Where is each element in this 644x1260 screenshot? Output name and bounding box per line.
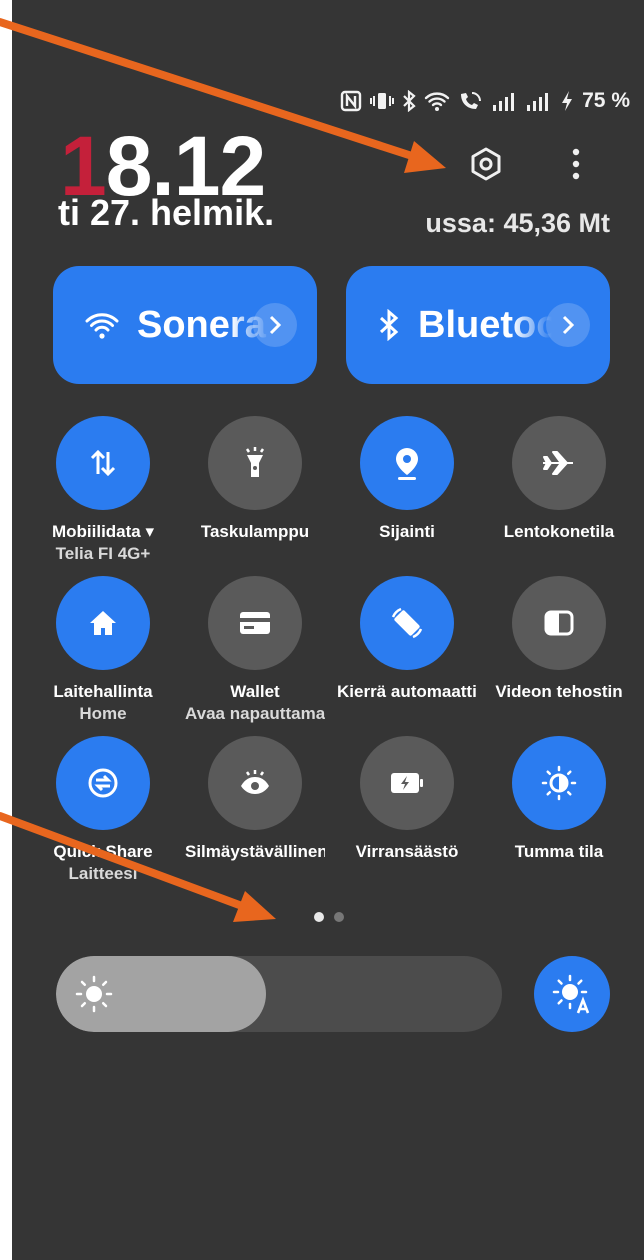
notification-panel: 75 % 18.12 ti 27. helmik. ussa: 45,36 Mt… <box>12 0 644 1260</box>
settings-icon <box>471 147 501 181</box>
tile-auto-rotate[interactable]: Kierrä automaattisesti <box>332 576 482 702</box>
tile-mobile-data[interactable]: Mobiilidata ▾ Telia FI 4G+ <box>28 416 178 564</box>
tile-power-saving[interactable]: Virransäästö <box>332 736 482 862</box>
tile-device-control[interactable]: Laitehallinta Home <box>28 576 178 724</box>
battery-percent: 75 % <box>582 89 630 112</box>
vibrate-icon <box>370 90 395 112</box>
tile-label: Videon tehostin <box>495 682 623 701</box>
home-icon <box>90 611 116 635</box>
tile-quick-share[interactable]: Quick Share Laitteesi <box>28 736 178 884</box>
tile-label: Silmäystävällinen <box>185 842 325 861</box>
power-saving-icon <box>391 773 423 793</box>
wallet-icon <box>240 612 270 634</box>
location-icon <box>396 448 418 480</box>
tile-label: Sijainti <box>379 522 435 541</box>
tile-eye-comfort[interactable]: Silmäystävällinen <box>180 736 330 862</box>
tile-power-saving-toggle[interactable] <box>360 736 454 830</box>
quick-share-icon <box>88 768 118 798</box>
wifi-tile[interactable]: Sonera <box>53 266 317 384</box>
bluetooth-details-button[interactable] <box>546 303 590 347</box>
tile-label: Wallet <box>230 682 280 701</box>
brightness-icon <box>75 975 113 1013</box>
flashlight-icon <box>245 447 265 477</box>
tile-label: Tumma tila <box>514 842 604 861</box>
tile-airplane-mode-toggle[interactable] <box>512 416 606 510</box>
wifi-icon <box>85 313 119 339</box>
date[interactable]: ti 27. helmik. <box>58 192 274 234</box>
bluetooth-icon <box>402 90 416 112</box>
auto-brightness-button[interactable] <box>534 956 610 1032</box>
chevron-right-icon <box>269 315 282 335</box>
status-bar: 75 % <box>340 86 630 116</box>
tile-airplane-mode[interactable]: Lentokonetila <box>484 416 634 542</box>
data-usage-text: ussa: 45,36 Mt <box>425 208 610 238</box>
tile-video-enhancer-toggle[interactable] <box>512 576 606 670</box>
tile-label: Laitehallinta <box>53 682 153 701</box>
page-dot[interactable] <box>334 912 344 922</box>
tile-label: Virransäästö <box>355 842 459 861</box>
tile-eye-comfort-toggle[interactable] <box>208 736 302 830</box>
auto-brightness-icon <box>552 974 590 1014</box>
tile-location-toggle[interactable] <box>360 416 454 510</box>
tile-mobile-data-toggle[interactable] <box>56 416 150 510</box>
tile-auto-rotate-toggle[interactable] <box>360 576 454 670</box>
tile-sublabel: Avaa napauttamalla <box>185 704 325 723</box>
page-dot-active[interactable] <box>314 912 324 922</box>
signal-icon <box>526 90 552 112</box>
settings-button[interactable] <box>466 144 506 184</box>
wifi-icon <box>424 90 450 112</box>
tile-label: Quick Share <box>53 842 153 861</box>
tile-label: Taskulamppu <box>200 522 310 541</box>
tile-device-control-toggle[interactable] <box>56 576 150 670</box>
more-vert-icon <box>572 148 580 180</box>
nfc-icon <box>340 90 362 112</box>
tile-location[interactable]: Sijainti <box>332 416 482 542</box>
page-indicator <box>314 912 344 922</box>
charging-icon <box>560 90 574 112</box>
tile-quick-share-toggle[interactable] <box>56 736 150 830</box>
chevron-right-icon <box>562 315 575 335</box>
tile-sublabel: Home <box>79 704 127 723</box>
wifi-details-button[interactable] <box>253 303 297 347</box>
video-enhancer-icon <box>544 610 574 636</box>
tile-dark-mode-toggle[interactable] <box>512 736 606 830</box>
tile-wallet[interactable]: Wallet Avaa napauttamalla <box>180 576 330 724</box>
more-options-button[interactable] <box>556 144 596 184</box>
bluetooth-label: Bluetooth <box>418 303 552 346</box>
tile-flashlight-toggle[interactable] <box>208 416 302 510</box>
bluetooth-icon <box>379 309 399 341</box>
signal-icon <box>492 90 518 112</box>
mobile-data-icon <box>90 449 116 477</box>
tile-video-enhancer[interactable]: Videon tehostin <box>484 576 634 702</box>
airplane-icon <box>543 451 573 475</box>
tile-sublabel: Telia FI 4G+ <box>55 544 151 563</box>
wifi-calling-icon <box>458 90 484 112</box>
tile-label: Lentokonetila <box>503 522 615 541</box>
auto-rotate-icon <box>391 607 423 639</box>
dark-mode-icon <box>541 765 577 801</box>
tile-sublabel: Laitteesi <box>68 864 138 883</box>
wifi-network-name: Sonera <box>137 303 266 346</box>
tile-wallet-toggle[interactable] <box>208 576 302 670</box>
tile-dark-mode[interactable]: Tumma tila <box>484 736 634 862</box>
eye-comfort-icon <box>241 770 269 794</box>
tile-label: Mobiilidata ▾ <box>51 522 155 541</box>
brightness-slider[interactable] <box>56 956 502 1032</box>
bluetooth-tile[interactable]: Bluetooth <box>346 266 610 384</box>
tile-flashlight[interactable]: Taskulamppu <box>180 416 330 542</box>
tile-label: Kierrä automaattisesti <box>337 682 477 701</box>
